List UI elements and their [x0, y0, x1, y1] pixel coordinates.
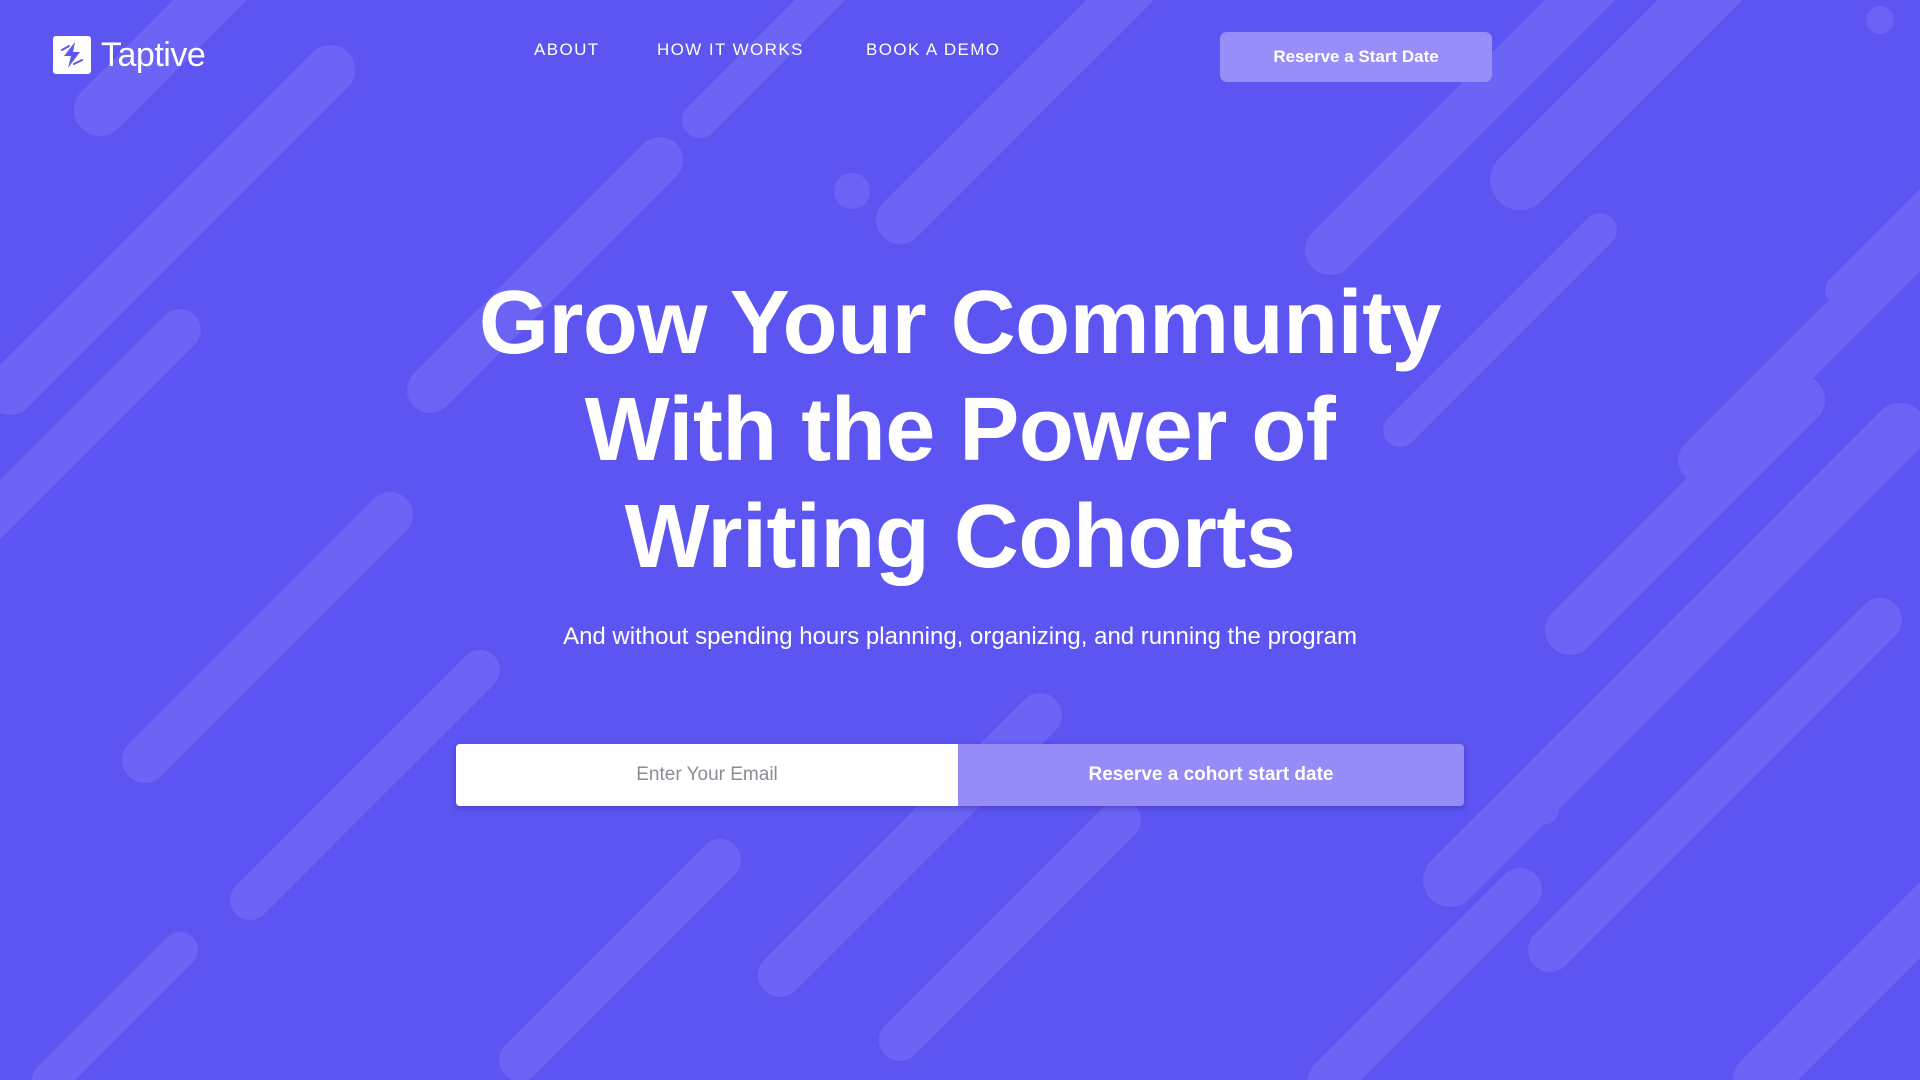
hero-subtitle: And without spending hours planning, org…: [563, 623, 1357, 650]
reserve-start-date-button[interactable]: Reserve a Start Date: [1220, 32, 1492, 82]
hero-title-line-1: Grow Your Community: [478, 273, 1442, 373]
reserve-cohort-start-date-button[interactable]: Reserve a cohort start date: [958, 744, 1464, 806]
nav-about-link[interactable]: ABOUT: [534, 37, 600, 63]
hero-section: Grow Your Community With the Power of Wr…: [0, 270, 1920, 650]
nav-how-it-works-link[interactable]: HOW IT WORKS: [657, 37, 804, 63]
hero-title-line-3: Writing Cohorts: [624, 487, 1296, 587]
main-navigation: ABOUT HOW IT WORKS BOOK A DEMO: [0, 37, 1920, 63]
site-header: Taptive ABOUT HOW IT WORKS BOOK A DEMO R…: [0, 0, 1920, 114]
nav-book-demo-link[interactable]: BOOK A DEMO: [866, 37, 1000, 63]
email-signup-form: Reserve a cohort start date: [456, 744, 1464, 806]
email-input[interactable]: [456, 744, 958, 806]
hero-title: Grow Your Community With the Power of Wr…: [410, 270, 1510, 591]
hero-title-line-2: With the Power of: [584, 380, 1336, 480]
